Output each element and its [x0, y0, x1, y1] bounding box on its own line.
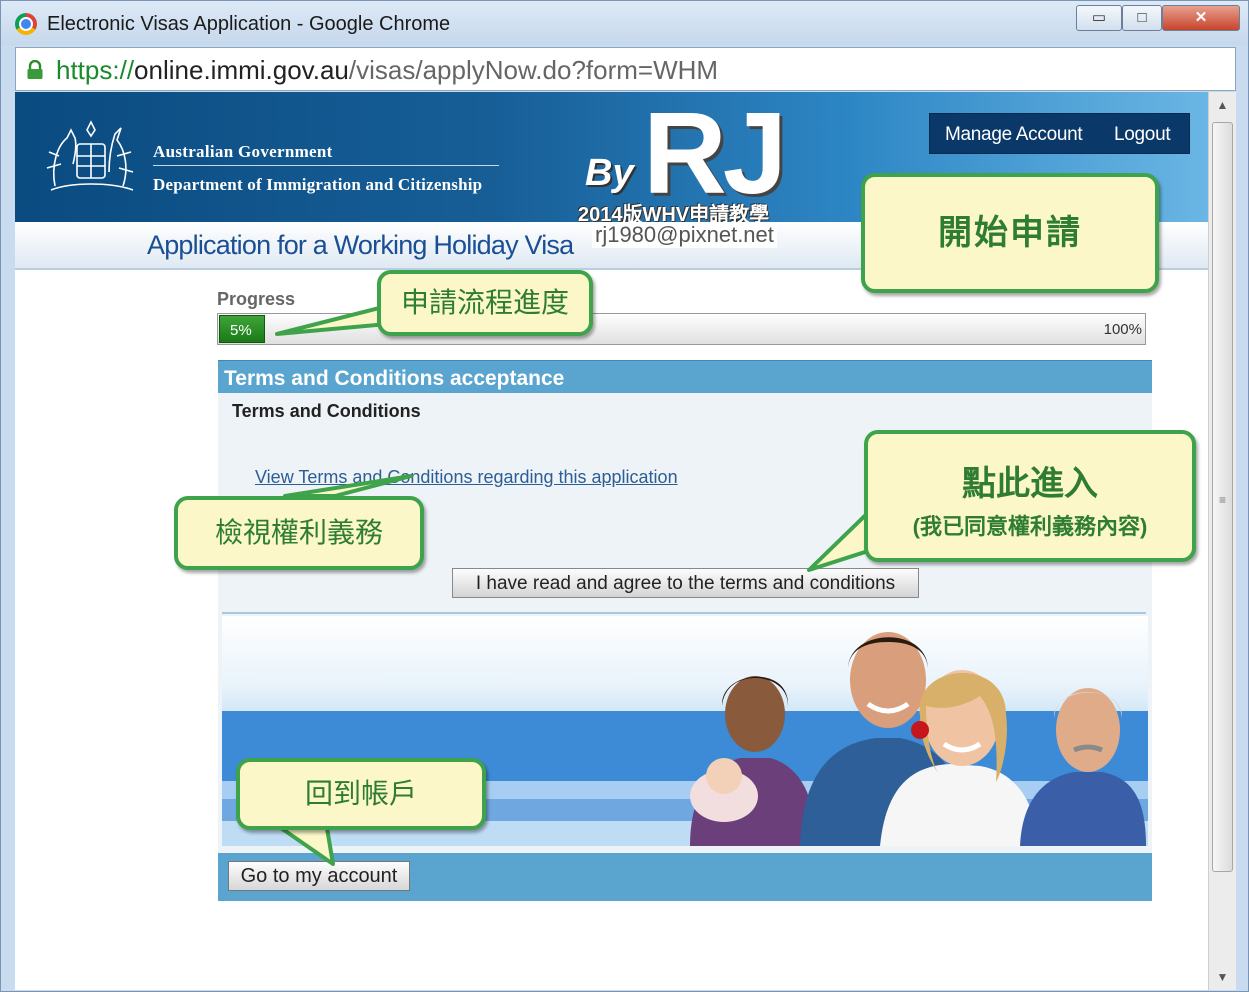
- manage-account-link[interactable]: Manage Account: [945, 124, 1083, 146]
- page-content: Australian Government Department of Immi…: [15, 92, 1208, 990]
- start-application-callout: 開始申請: [861, 173, 1159, 293]
- vertical-scrollbar[interactable]: ▲ ≡ ▼: [1208, 92, 1236, 990]
- terms-heading: Terms and Conditions: [232, 401, 421, 421]
- back-to-account-callout: 回到帳戶: [236, 758, 486, 830]
- browser-window: Electronic Visas Application - Google Ch…: [0, 0, 1249, 992]
- progress-fill: 5%: [219, 315, 265, 343]
- panel-divider: [222, 612, 1146, 614]
- account-nav: Manage Account Logout: [929, 113, 1190, 154]
- agree-terms-button[interactable]: I have read and agree to the terms and c…: [452, 568, 919, 598]
- url-path: /visas/applyNow.do?form=WHM: [348, 55, 719, 85]
- progress-percent: 5%: [230, 322, 252, 339]
- title-bar: Electronic Visas Application - Google Ch…: [1, 1, 1248, 45]
- scroll-grip-icon: ≡: [1218, 493, 1226, 507]
- go-to-account-button[interactable]: Go to my account: [228, 861, 410, 891]
- panel-title: Terms and Conditions acceptance: [224, 367, 565, 390]
- window-title: Electronic Visas Application - Google Ch…: [47, 13, 451, 35]
- url-text[interactable]: https://online.immi.gov.au/visas/applyNo…: [56, 55, 718, 86]
- enter-callout-note: (我已同意權利義務內容): [912, 514, 1148, 539]
- view-terms-callout: 檢視權利義務: [174, 496, 424, 570]
- view-terms-link[interactable]: View Terms and Conditions regarding this…: [255, 467, 678, 488]
- url-host: online.immi.gov.au: [134, 55, 349, 85]
- progress-callout: 申請流程進度: [377, 270, 593, 336]
- maximize-button[interactable]: □: [1122, 5, 1162, 31]
- enter-callout-title: 點此進入: [962, 465, 1098, 503]
- scroll-up-arrow-icon[interactable]: ▲: [1209, 92, 1236, 118]
- page-title: Application for a Working Holiday Visa: [147, 230, 574, 260]
- coat-of-arms-icon: [46, 120, 134, 191]
- url-scheme: https://: [56, 55, 135, 85]
- department-name: Department of Immigration and Citizenshi…: [153, 175, 483, 194]
- gov-name: Australian Government: [153, 142, 333, 161]
- panel-header: Terms and Conditions acceptance: [218, 360, 1152, 393]
- logout-link[interactable]: Logout: [1114, 124, 1171, 146]
- scroll-down-arrow-icon[interactable]: ▼: [1209, 964, 1236, 990]
- progress-bar: 5% 100%: [217, 313, 1146, 345]
- footer-bar: Go to my account: [218, 853, 1152, 901]
- scroll-thumb[interactable]: ≡: [1212, 122, 1233, 872]
- address-bar[interactable]: https://online.immi.gov.au/visas/applyNo…: [15, 47, 1236, 91]
- watermark-email: rj1980@pixnet.net: [592, 222, 777, 248]
- minimize-button[interactable]: ▭: [1076, 5, 1122, 31]
- chrome-icon: [15, 13, 37, 35]
- lock-icon: [27, 60, 43, 79]
- progress-label: Progress: [217, 289, 296, 309]
- close-button[interactable]: ✕: [1162, 5, 1240, 31]
- people-photo-icon: [690, 632, 1146, 846]
- watermark-by: By: [585, 152, 634, 194]
- click-to-enter-callout: 點此進入 (我已同意權利義務內容): [864, 430, 1196, 562]
- progress-max: 100%: [1103, 321, 1142, 338]
- header-divider: [153, 165, 499, 166]
